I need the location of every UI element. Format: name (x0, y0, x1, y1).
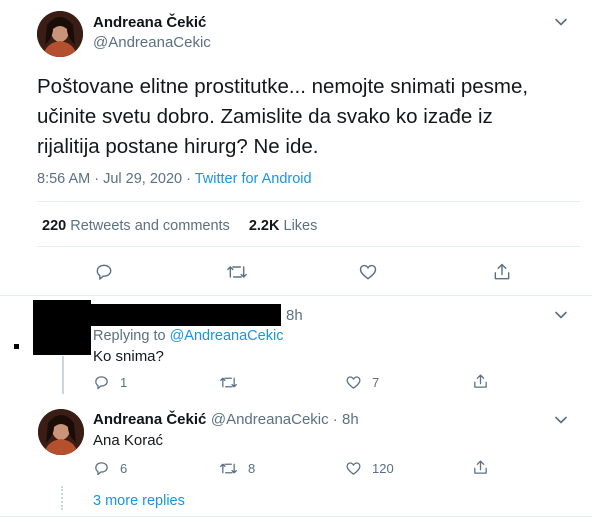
likes-stat[interactable]: 2.2K Likes (249, 218, 318, 234)
divider (37, 246, 580, 247)
reply1-reply-action[interactable]: 1 (93, 374, 127, 391)
avatar-image (37, 11, 83, 57)
redacted-avatar (33, 300, 91, 355)
reply2-author-name[interactable]: Andreana Čekić (93, 411, 206, 428)
reply1-share-action[interactable] (472, 373, 489, 390)
divider (0, 295, 592, 296)
reply-icon (95, 376, 108, 390)
tweet-meta: 8:56 AM · Jul 29, 2020 · Twitter for And… (37, 171, 312, 187)
reply1-like-count: 7 (372, 375, 380, 390)
like-icon (346, 462, 361, 475)
share-icon (474, 374, 487, 388)
tweet-stats: 220 Retweets and comments 2.2K Likes (42, 218, 317, 234)
reply2-share-action[interactable] (472, 459, 489, 476)
reply2-like-count: 120 (372, 461, 394, 476)
author-name[interactable]: Andreana Čekić (93, 14, 206, 31)
likes-count: 2.2K (248, 218, 280, 234)
author-avatar[interactable] (37, 11, 83, 57)
tweet-timestamp[interactable]: 8:56 AM · Jul 29, 2020 · (37, 171, 195, 187)
thread-dots (61, 486, 63, 510)
retweet-icon (220, 377, 237, 388)
reply2-header: Andreana Čekić @AndreanaCekic · 8h (93, 411, 359, 429)
avatar-image (38, 409, 84, 455)
more-replies-link[interactable]: 3 more replies (93, 493, 185, 509)
reply2-reply-count: 6 (120, 461, 128, 476)
replying-to-prefix: Replying to (93, 328, 170, 344)
tweet-source-link[interactable]: Twitter for Android (195, 171, 312, 187)
chevron-down-icon[interactable] (554, 413, 568, 427)
share-icon (474, 460, 487, 474)
chevron-down-icon[interactable] (554, 15, 568, 29)
retweets-count: 220 (42, 218, 67, 234)
reply2-author-handle[interactable]: @AndreanaCekic (211, 411, 329, 428)
reply-icon (95, 462, 108, 476)
retweet-icon (220, 463, 237, 474)
share-icon[interactable] (492, 262, 512, 282)
reply1-like-action[interactable]: 7 (345, 374, 379, 391)
reply1-retweet-action[interactable] (219, 374, 248, 391)
reply1-reply-count: 1 (120, 375, 128, 390)
tweet-text: Poštovane elitne prostitutke... nemojte … (37, 75, 529, 158)
redacted-mark (14, 344, 19, 349)
retweet-icon[interactable] (226, 262, 248, 282)
divider (0, 516, 592, 517)
divider (37, 201, 580, 202)
author-handle[interactable]: @AndreanaCekic (93, 34, 211, 51)
retweets-stat[interactable]: 220 Retweets and comments (42, 218, 230, 234)
reply2-time[interactable]: · 8h (329, 411, 359, 428)
replying-to-handle[interactable]: @AndreanaCekic (170, 328, 284, 344)
reply2-retweet-count: 8 (248, 461, 256, 476)
thread-line (62, 356, 64, 394)
like-icon (346, 376, 361, 389)
reply-icon[interactable] (94, 262, 114, 282)
reply2-text: Ana Korać (93, 432, 164, 449)
retweets-label: Retweets and comments (66, 218, 230, 234)
likes-label: Likes (279, 218, 318, 234)
reply2-reply-action[interactable]: 6 (93, 460, 127, 477)
reply2-avatar[interactable] (38, 409, 84, 455)
reply2-like-action[interactable]: 120 (345, 460, 394, 477)
reply1-text: Ko snima? (93, 348, 164, 365)
like-icon[interactable] (358, 262, 378, 282)
replying-to: Replying to @AndreanaCekic (93, 328, 283, 344)
chevron-down-icon[interactable] (554, 308, 568, 322)
redacted-username (91, 304, 281, 326)
reply2-retweet-action[interactable]: 8 (219, 460, 255, 477)
reply1-time[interactable]: 8h (286, 307, 303, 324)
